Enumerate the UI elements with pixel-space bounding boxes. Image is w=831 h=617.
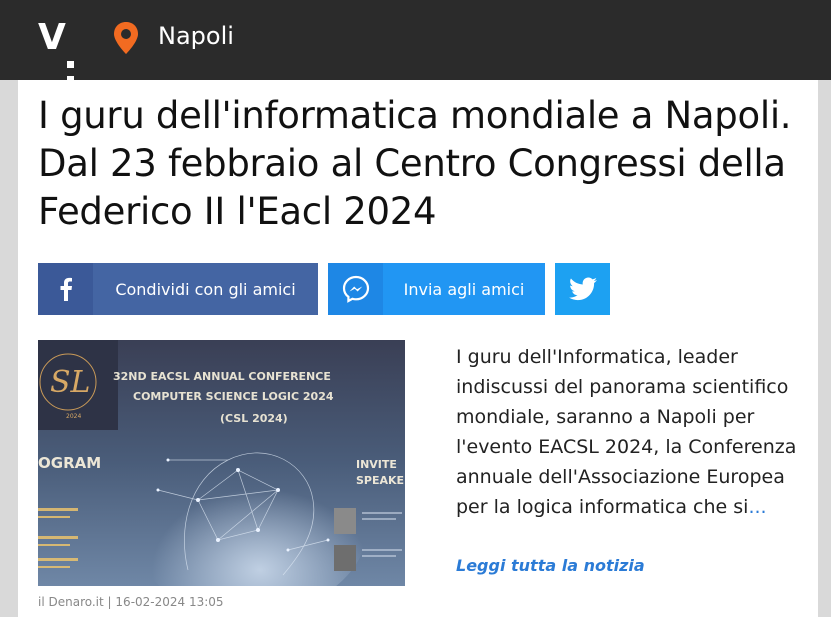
facebook-share-label: Condividi con gli amici	[115, 279, 296, 299]
svg-text:32ND EACSL ANNUAL CONFERENCE: 32ND EACSL ANNUAL CONFERENCE	[113, 370, 331, 383]
article-meta: il Denaro.it | 16-02-2024 13:05	[38, 595, 224, 609]
city-name[interactable]: Napoli	[158, 22, 234, 50]
article-image[interactable]: SL 2024 32ND EACSL ANNUAL CONFERENCE COM…	[38, 340, 405, 586]
meta-separator: |	[107, 595, 112, 609]
excerpt-text: I guru dell'Informatica, leader indiscus…	[456, 346, 797, 518]
excerpt-ellipsis: ...	[748, 496, 767, 518]
svg-text:INVITE: INVITE	[356, 458, 397, 471]
svg-text:SPEAKE: SPEAKE	[356, 474, 404, 487]
top-bar: V Napoli	[0, 0, 831, 83]
messenger-icon	[328, 263, 383, 315]
svg-text:(CSL 2024): (CSL 2024)	[220, 412, 288, 425]
article-date: 16-02-2024 13:05	[115, 595, 224, 609]
svg-text:SL: SL	[50, 365, 90, 400]
site-logo[interactable]: V	[38, 18, 74, 83]
twitter-icon	[568, 277, 597, 301]
svg-text:2024: 2024	[66, 413, 81, 420]
twitter-share-button[interactable]	[555, 263, 610, 315]
facebook-share-button[interactable]: Condividi con gli amici	[38, 263, 318, 315]
article-title: I guru dell'informatica mondiale a Napol…	[38, 94, 792, 233]
article-source[interactable]: il Denaro.it	[38, 595, 104, 609]
svg-text:COMPUTER SCIENCE LOGIC 2024: COMPUTER SCIENCE LOGIC 2024	[133, 390, 334, 403]
svg-text:OGRAM: OGRAM	[38, 454, 101, 472]
messenger-send-label: Invia agli amici	[403, 279, 525, 299]
article-excerpt: I guru dell'Informatica, leader indiscus…	[456, 342, 806, 522]
facebook-icon	[38, 263, 93, 315]
read-more-link[interactable]: Leggi tutta la notizia	[456, 556, 645, 575]
location-pin-icon	[114, 22, 138, 54]
messenger-send-button[interactable]: Invia agli amici	[328, 263, 545, 315]
